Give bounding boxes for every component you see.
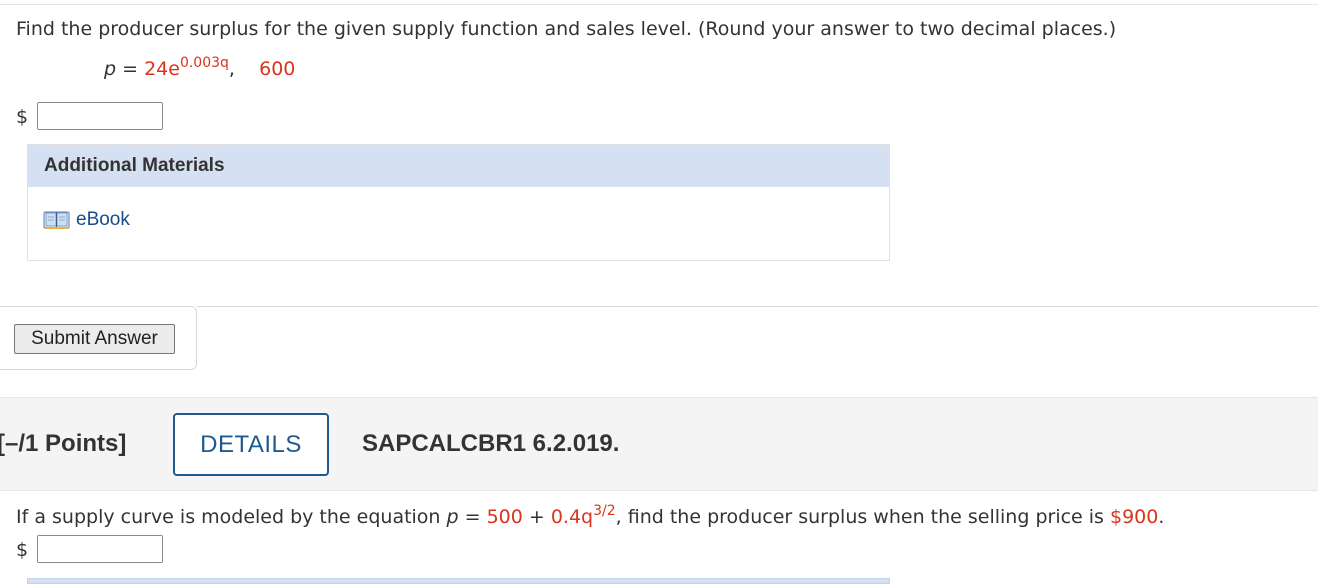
additional-materials-title: Additional Materials [28, 145, 889, 187]
equation-equals: = [116, 58, 145, 80]
equation-variable: p [104, 58, 117, 80]
answer-input-2[interactable] [37, 535, 163, 563]
equation-term2: 0.4q [550, 506, 594, 528]
details-button[interactable]: DETAILS [173, 413, 329, 476]
currency-symbol: $ [16, 539, 29, 561]
question-id: SAPCALCBR1 6.2.019. [362, 430, 620, 457]
equation-term1: 500 [486, 506, 523, 528]
answer-input-1[interactable] [37, 102, 163, 130]
book-icon [43, 210, 70, 230]
equation-variable: p [446, 506, 459, 528]
currency-symbol: $ [16, 106, 29, 128]
top-divider [0, 4, 1318, 5]
equation-comma: , [228, 58, 235, 80]
additional-materials-panel-partial [27, 578, 890, 584]
prompt-end: . [1158, 506, 1165, 528]
selling-price: $900 [1110, 506, 1159, 528]
question-2-prompt: If a supply curve is modeled by the equa… [16, 503, 1165, 528]
equation-exponent: 0.003q [179, 55, 229, 71]
question-1-equation: p = 24e0.003q, 600 [104, 55, 296, 80]
ebook-label: eBook [76, 209, 130, 230]
points-label: [–/1 Points] [0, 430, 127, 457]
equation-plus: + [522, 506, 551, 528]
prompt-mid: , find the producer surplus when the sel… [615, 506, 1110, 528]
sales-level: 600 [259, 58, 296, 80]
question-1-prompt: Find the producer surplus for the given … [16, 18, 1117, 40]
submit-answer-button[interactable]: Submit Answer [14, 324, 175, 354]
prompt-start: If a supply curve is modeled by the equa… [16, 506, 447, 528]
submit-divider [197, 306, 1318, 307]
equation-base: 24e [144, 58, 180, 80]
ebook-link[interactable]: eBook [43, 209, 130, 231]
equation-exponent: 3/2 [593, 503, 616, 519]
equation-equals: = [458, 506, 487, 528]
additional-materials-panel: Additional Materials eBook [27, 144, 890, 261]
